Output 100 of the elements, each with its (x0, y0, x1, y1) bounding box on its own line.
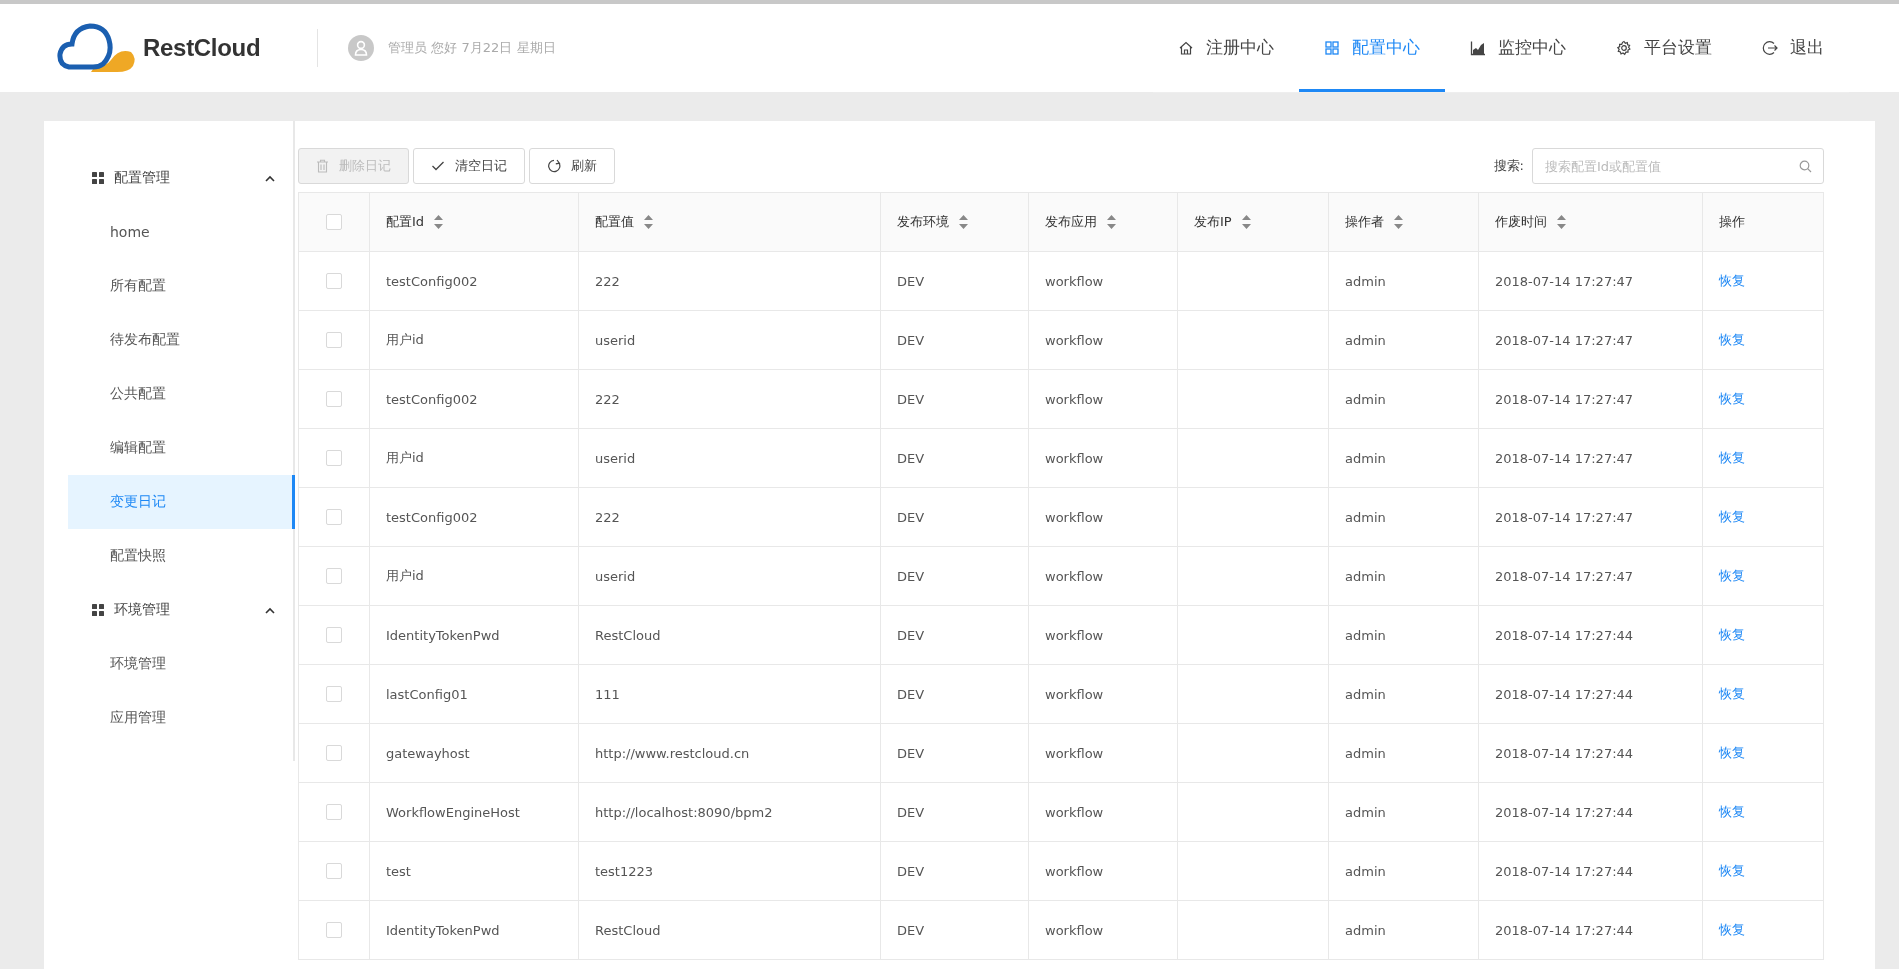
greeting-text: 管理员 您好 7月22日 星期日 (388, 39, 556, 57)
row-checkbox[interactable] (326, 745, 342, 762)
nav-tab[interactable]: 监控中心 (1445, 3, 1591, 92)
home-icon (1178, 39, 1194, 56)
table-cell: http://www.restcloud.cn (595, 745, 750, 761)
table-cell: DEV (897, 391, 925, 407)
menu-item[interactable]: 编辑配置 (68, 421, 293, 475)
table-cell: testConfig002 (386, 509, 478, 525)
restore-link[interactable]: 恢复 (1719, 804, 1745, 819)
row-checkbox[interactable] (326, 391, 342, 408)
restore-link[interactable]: 恢复 (1719, 922, 1745, 937)
table-cell: userid (595, 568, 636, 584)
table-cell: DEV (897, 273, 925, 289)
table-cell: 2018-07-14 17:27:47 (1495, 391, 1634, 407)
table-cell: workflow (1045, 273, 1104, 289)
table-cell: DEV (897, 922, 925, 938)
toolbar-button[interactable]: 刷新 (529, 148, 615, 184)
table-cell: lastConfig01 (386, 686, 468, 702)
table-cell: admin (1345, 332, 1386, 348)
chevron-up-icon[interactable] (265, 606, 275, 614)
table-cell: http://localhost:8090/bpm2 (595, 804, 773, 820)
chevron-up-icon[interactable] (265, 174, 275, 182)
table-cell: workflow (1045, 922, 1104, 938)
avatar-icon (348, 35, 375, 61)
nav-tab[interactable]: 平台设置 (1591, 3, 1737, 92)
row-checkbox[interactable] (326, 863, 342, 880)
restore-link[interactable]: 恢复 (1719, 863, 1745, 878)
menu-item[interactable]: home (68, 205, 293, 259)
toolbar-button[interactable]: 清空日记 (413, 148, 525, 184)
row-checkbox[interactable] (326, 804, 342, 821)
nav-tab[interactable]: 注册中心 (1153, 3, 1299, 92)
table-cell: 用户id (386, 568, 424, 583)
grid-icon (1324, 39, 1340, 56)
table-cell: DEV (897, 745, 925, 761)
menu-group-title[interactable]: 配置管理 (114, 169, 255, 187)
sort-icon[interactable] (1394, 215, 1403, 229)
restore-link[interactable]: 恢复 (1719, 273, 1745, 288)
menu-item[interactable]: 配置快照 (68, 529, 293, 583)
row-checkbox[interactable] (326, 686, 342, 703)
table-cell: admin (1345, 686, 1386, 702)
sort-icon[interactable] (959, 215, 968, 229)
restore-link[interactable]: 恢复 (1719, 686, 1745, 701)
column-header: 操作 (1719, 213, 1745, 231)
table-cell: userid (595, 450, 636, 466)
table-cell: admin (1345, 804, 1386, 820)
menu-item[interactable]: 公共配置 (68, 367, 293, 421)
row-checkbox[interactable] (326, 332, 342, 349)
row-checkbox[interactable] (326, 450, 342, 467)
grid-icon (92, 172, 104, 184)
search-field[interactable]: 搜索配置Id或配置值 (1532, 148, 1824, 184)
sort-icon[interactable] (1107, 215, 1116, 229)
search-label: 搜索: (1493, 157, 1524, 175)
sort-icon[interactable] (434, 215, 444, 229)
table-cell: RestCloud (595, 922, 661, 938)
table-cell: workflow (1045, 391, 1104, 407)
table-cell: 2018-07-14 17:27:44 (1495, 804, 1634, 820)
row-checkbox[interactable] (326, 509, 342, 526)
table-cell: IdentityTokenPwd (386, 922, 500, 938)
restore-link[interactable]: 恢复 (1719, 627, 1745, 642)
search-icon (1799, 160, 1812, 173)
table-cell: 2018-07-14 17:27:44 (1495, 863, 1634, 879)
table-cell: workflow (1045, 568, 1104, 584)
table-cell: 2018-07-14 17:27:47 (1495, 509, 1634, 525)
nav-tab[interactable]: 退出 (1737, 3, 1849, 92)
table-cell: 用户id (386, 450, 424, 465)
table-cell: admin (1345, 627, 1386, 643)
restore-link[interactable]: 恢复 (1719, 568, 1745, 583)
trash-icon (316, 159, 329, 173)
nav-tab[interactable]: 配置中心 (1299, 3, 1445, 92)
table-cell: DEV (897, 863, 925, 879)
sort-icon[interactable] (644, 215, 653, 229)
logo-text: RestCloud (143, 34, 261, 62)
restore-link[interactable]: 恢复 (1719, 332, 1745, 347)
menu-item[interactable]: 应用管理 (68, 691, 293, 745)
restore-link[interactable]: 恢复 (1719, 391, 1745, 406)
table-cell: admin (1345, 922, 1386, 938)
select-all-checkbox[interactable] (326, 214, 342, 231)
menu-item[interactable]: 所有配置 (68, 259, 293, 313)
column-header: 配置Id (386, 213, 425, 231)
table-cell: testConfig002 (386, 391, 478, 407)
menu-item[interactable]: 待发布配置 (68, 313, 293, 367)
menu-item[interactable]: 环境管理 (68, 637, 293, 691)
row-checkbox[interactable] (326, 273, 342, 290)
row-checkbox[interactable] (326, 568, 342, 585)
menu-group-title[interactable]: 环境管理 (114, 601, 255, 619)
area-chart-icon (1470, 39, 1486, 56)
table-cell: workflow (1045, 804, 1104, 820)
sort-icon[interactable] (1241, 215, 1251, 229)
column-header: 发布应用 (1045, 213, 1097, 231)
row-checkbox[interactable] (326, 627, 342, 644)
column-header: 发布环境 (897, 213, 949, 231)
column-header: 作废时间 (1495, 213, 1547, 231)
restore-link[interactable]: 恢复 (1719, 509, 1745, 524)
table-cell: 2018-07-14 17:27:44 (1495, 745, 1634, 761)
sort-icon[interactable] (1557, 215, 1566, 229)
restore-link[interactable]: 恢复 (1719, 745, 1745, 760)
table-cell: 用户id (386, 332, 424, 347)
row-checkbox[interactable] (326, 922, 342, 939)
restore-link[interactable]: 恢复 (1719, 450, 1745, 465)
table-cell: admin (1345, 745, 1386, 761)
